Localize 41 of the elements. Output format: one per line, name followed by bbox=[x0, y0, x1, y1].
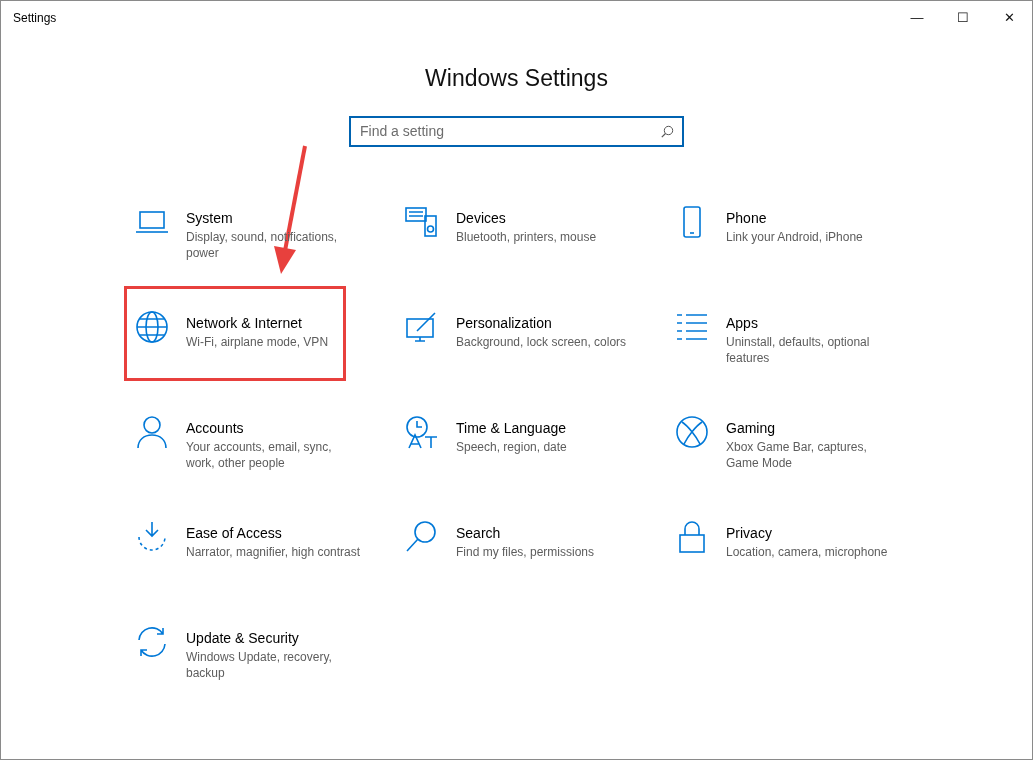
monitor-brush-icon bbox=[405, 309, 439, 344]
tile-title[interactable]: Personalization bbox=[456, 313, 631, 333]
tile-description: Background, lock screen, colors bbox=[456, 333, 628, 350]
tile-description: Your accounts, email, sync, work, other people bbox=[186, 438, 333, 471]
tile-title[interactable]: Update & Security bbox=[186, 628, 361, 648]
search-field[interactable]: Find a setting bbox=[349, 115, 684, 147]
globe-icon bbox=[135, 309, 169, 344]
window-title: Settings bbox=[12, 10, 58, 27]
tile-title[interactable]: Apps bbox=[726, 313, 901, 333]
tile-title[interactable]: Accounts bbox=[186, 418, 361, 438]
tile-description: Bluetooth, printers, mouse bbox=[456, 228, 598, 245]
maximize-button[interactable]: ☐ bbox=[940, 1, 986, 35]
tile-title[interactable]: Gaming bbox=[726, 418, 901, 438]
close-button[interactable]: ✕ bbox=[986, 1, 1032, 35]
search-icon bbox=[661, 124, 674, 138]
dashed-circle-icon bbox=[135, 519, 169, 554]
person-icon bbox=[135, 414, 169, 449]
tile-title[interactable]: System bbox=[186, 208, 361, 228]
tile-title[interactable]: Ease of Access bbox=[186, 523, 361, 543]
tile-description: Speech, region, date bbox=[456, 438, 568, 455]
clock-letter-icon bbox=[405, 414, 439, 449]
tile-description: Uninstall, defaults, optional features bbox=[726, 333, 871, 366]
page-heading: Windows Settings bbox=[424, 64, 609, 93]
xbox-icon bbox=[675, 414, 709, 449]
tile-description: Windows Update, recovery, backup bbox=[186, 648, 333, 681]
sync-arrows-icon bbox=[135, 624, 169, 659]
tile-description: Wi-Fi, airplane mode, VPN bbox=[186, 333, 330, 350]
tile-title[interactable]: Phone bbox=[726, 208, 901, 228]
tile-description: Narrator, magnifier, high contrast bbox=[186, 543, 361, 560]
keyboard-speaker-icon bbox=[405, 204, 439, 239]
tile-description: Find my files, permissions bbox=[456, 543, 596, 560]
tile-title[interactable]: Network & Internet bbox=[186, 313, 361, 333]
tile-description: Xbox Game Bar, captures, Game Mode bbox=[726, 438, 868, 471]
tile-title[interactable]: Time & Language bbox=[456, 418, 631, 438]
minimize-button[interactable]: — bbox=[894, 1, 940, 35]
search-icon bbox=[405, 519, 439, 554]
tile-title[interactable]: Privacy bbox=[726, 523, 901, 543]
tile-description: Location, camera, microphone bbox=[726, 543, 889, 560]
tile-title[interactable]: Search bbox=[456, 523, 631, 543]
tile-description: Link your Android, iPhone bbox=[726, 228, 864, 245]
tile-title[interactable]: Devices bbox=[456, 208, 631, 228]
